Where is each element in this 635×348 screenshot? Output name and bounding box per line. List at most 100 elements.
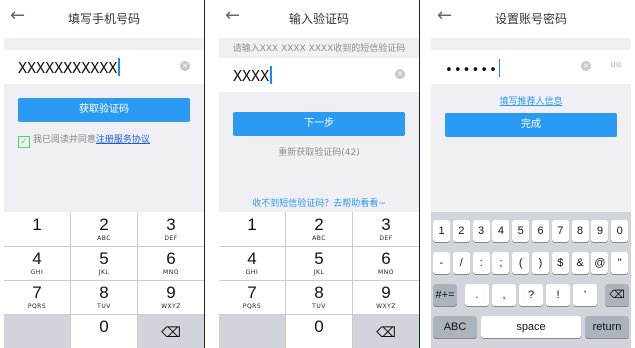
- clear-icon[interactable]: ×: [180, 61, 190, 71]
- key-symbol[interactable]: -: [433, 252, 450, 274]
- key-3[interactable]: 3 DEF: [353, 212, 419, 246]
- nav-bar: ← 填写手机号码: [4, 0, 204, 38]
- key-punctuation[interactable]: !: [546, 284, 570, 306]
- symbols-toggle-key[interactable]: #+=: [433, 284, 457, 306]
- abc-key[interactable]: ABC: [433, 316, 477, 338]
- key-symbol[interactable]: ): [532, 252, 549, 274]
- key-9[interactable]: 9 WXYZ: [353, 280, 419, 314]
- page-title: 填写手机号码: [67, 12, 140, 26]
- divider: [4, 314, 204, 315]
- key-digit: 1: [247, 215, 257, 234]
- key-digit: 2: [99, 215, 109, 234]
- key-symbol[interactable]: (: [512, 252, 530, 274]
- key-3[interactable]: 4: [492, 220, 510, 242]
- divider: [285, 212, 286, 348]
- key-6[interactable]: 6 MNO: [138, 246, 204, 280]
- phone-value: XXXXXXXXXXX: [18, 59, 118, 77]
- key-blank: [219, 314, 285, 348]
- code-hint: 请输入XXX XXXX XXXX收到的短信验证码: [232, 44, 406, 54]
- checkbox-checked-icon[interactable]: ✓: [18, 136, 30, 148]
- key-6[interactable]: 6 MNO: [353, 246, 419, 280]
- clear-icon[interactable]: ×: [581, 61, 591, 71]
- key-4[interactable]: 4 GHI: [219, 246, 285, 280]
- key-7[interactable]: 8: [571, 220, 589, 242]
- key-8[interactable]: 8 TUV: [71, 280, 137, 314]
- key-1[interactable]: 2: [452, 220, 470, 242]
- clear-icon[interactable]: ×: [395, 69, 405, 79]
- key-1[interactable]: 1: [4, 212, 70, 246]
- key-digit: 6: [381, 249, 391, 268]
- key-digit: ⌫: [161, 324, 181, 340]
- key-letters: DEF: [379, 235, 393, 242]
- key-letters: GHI: [30, 269, 44, 276]
- key-5[interactable]: 6: [532, 220, 549, 242]
- key-0[interactable]: 0: [71, 314, 137, 348]
- key-5[interactable]: 5 JKL: [71, 246, 137, 280]
- key-letters: ABC: [97, 235, 111, 242]
- backspace-key-icon[interactable]: ⌫: [605, 284, 629, 306]
- key-8[interactable]: 8 TUV: [286, 280, 352, 314]
- key-symbol[interactable]: ;: [492, 252, 510, 274]
- key-symbol[interactable]: @: [591, 252, 609, 274]
- key-6[interactable]: 7: [551, 220, 569, 242]
- get-code-button[interactable]: 获取验证码: [18, 98, 190, 122]
- key-7[interactable]: 7 PQRS: [219, 280, 285, 314]
- key-digit: 8: [314, 283, 324, 302]
- key-punctuation[interactable]: .: [465, 284, 489, 306]
- key-2[interactable]: 2 ABC: [71, 212, 137, 246]
- key-symbol[interactable]: $: [551, 252, 569, 274]
- key-5[interactable]: 5 JKL: [286, 246, 352, 280]
- key-digit: 5: [314, 249, 324, 268]
- return-key[interactable]: return: [585, 316, 629, 338]
- key-blank: [4, 314, 70, 348]
- key-punctuation[interactable]: ?: [519, 284, 543, 306]
- resend-code-text[interactable]: 重新获取验证码(42): [219, 145, 419, 158]
- key-9[interactable]: 0: [611, 220, 629, 242]
- password-mask: ••••••: [445, 63, 498, 78]
- text-cursor: [270, 66, 272, 84]
- key-4[interactable]: 5: [512, 220, 530, 242]
- delete-key-icon[interactable]: ⌫: [353, 314, 419, 348]
- key-punctuation[interactable]: ': [573, 284, 597, 306]
- key-2[interactable]: 2 ABC: [286, 212, 352, 246]
- key-4[interactable]: 4 GHI: [4, 246, 70, 280]
- space-key[interactable]: space: [481, 316, 581, 338]
- key-9[interactable]: 9 WXYZ: [138, 280, 204, 314]
- key-7[interactable]: 7 PQRS: [4, 280, 70, 314]
- key-digit: 1: [32, 215, 42, 234]
- done-button[interactable]: 完成: [445, 113, 617, 137]
- key-letters: ABC: [312, 235, 326, 242]
- key-digit: 9: [166, 283, 176, 302]
- key-8[interactable]: 9: [591, 220, 609, 242]
- key-0[interactable]: 0: [286, 314, 352, 348]
- key-2[interactable]: 3: [472, 220, 490, 242]
- delete-key-icon[interactable]: ⌫: [138, 314, 204, 348]
- key-1[interactable]: 1: [219, 212, 285, 246]
- agreement-link[interactable]: 注册服务协议: [96, 135, 150, 145]
- key-0[interactable]: 1: [433, 220, 450, 242]
- key-symbol[interactable]: :: [472, 252, 490, 274]
- key-digit: 4: [247, 249, 257, 268]
- help-link[interactable]: 收不到短信验证码？去帮助看看~: [219, 196, 419, 209]
- verification-code-input[interactable]: XXXX ×: [219, 58, 419, 92]
- key-punctuation[interactable]: ,: [492, 284, 516, 306]
- password-input[interactable]: •••••• × ᴜᴜ: [431, 50, 631, 84]
- referrer-link[interactable]: 填写推荐人信息: [431, 94, 631, 107]
- phone-screen-1: ← 填写手机号码 XXXXXXXXXXX × 获取验证码 ✓ 我已阅读并同意注册…: [4, 0, 205, 348]
- phone-screen-3: ← 设置账号密码 •••••• × ᴜᴜ 填写推荐人信息 完成 12345678…: [431, 0, 631, 348]
- password-visibility-icon[interactable]: ᴜᴜ: [611, 60, 621, 70]
- key-3[interactable]: 3 DEF: [138, 212, 204, 246]
- key-digit: 7: [32, 283, 42, 302]
- nav-bar: ← 输入验证码: [219, 0, 419, 38]
- key-digit: 0: [99, 317, 109, 336]
- nav-bar: ← 设置账号密码: [431, 0, 631, 38]
- next-button[interactable]: 下一步: [233, 112, 405, 136]
- key-symbol[interactable]: ": [611, 252, 629, 274]
- key-letters: TUV: [312, 303, 326, 310]
- key-symbol[interactable]: /: [452, 252, 470, 274]
- key-letters: WXYZ: [161, 303, 181, 310]
- key-symbol[interactable]: &: [571, 252, 589, 274]
- key-digit: 3: [381, 215, 391, 234]
- phone-number-input[interactable]: XXXXXXXXXXX ×: [4, 50, 204, 84]
- divider: [219, 246, 419, 247]
